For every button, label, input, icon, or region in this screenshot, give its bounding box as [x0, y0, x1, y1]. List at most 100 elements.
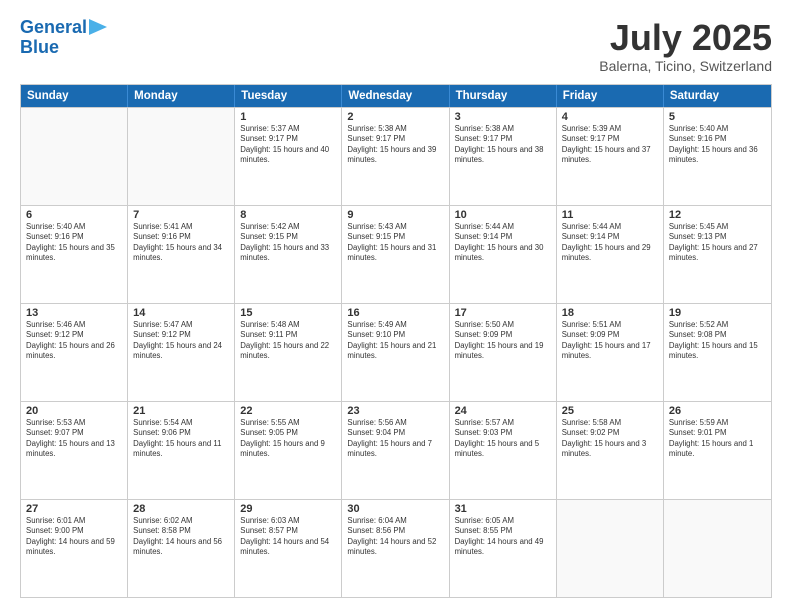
calendar-row: 13Sunrise: 5:46 AMSunset: 9:12 PMDayligh… [21, 303, 771, 401]
day-number: 25 [562, 405, 658, 417]
day-info: Sunrise: 6:02 AMSunset: 8:58 PMDaylight:… [133, 516, 229, 558]
day-info: Sunrise: 5:48 AMSunset: 9:11 PMDaylight:… [240, 320, 336, 362]
month-year: July 2025 [599, 18, 772, 58]
day-number: 10 [455, 209, 551, 221]
calendar-cell: 1Sunrise: 5:37 AMSunset: 9:17 PMDaylight… [235, 108, 342, 205]
day-info: Sunrise: 5:59 AMSunset: 9:01 PMDaylight:… [669, 418, 766, 460]
day-number: 19 [669, 307, 766, 319]
calendar-cell [21, 108, 128, 205]
calendar-row: 1Sunrise: 5:37 AMSunset: 9:17 PMDaylight… [21, 107, 771, 205]
day-number: 5 [669, 111, 766, 123]
cal-header-day: Tuesday [235, 85, 342, 107]
calendar-cell: 16Sunrise: 5:49 AMSunset: 9:10 PMDayligh… [342, 304, 449, 401]
calendar-row: 20Sunrise: 5:53 AMSunset: 9:07 PMDayligh… [21, 401, 771, 499]
calendar-cell [664, 500, 771, 597]
day-info: Sunrise: 5:50 AMSunset: 9:09 PMDaylight:… [455, 320, 551, 362]
day-info: Sunrise: 5:58 AMSunset: 9:02 PMDaylight:… [562, 418, 658, 460]
calendar-cell: 2Sunrise: 5:38 AMSunset: 9:17 PMDaylight… [342, 108, 449, 205]
day-info: Sunrise: 5:55 AMSunset: 9:05 PMDaylight:… [240, 418, 336, 460]
calendar-cell: 14Sunrise: 5:47 AMSunset: 9:12 PMDayligh… [128, 304, 235, 401]
title-block: July 2025 Balerna, Ticino, Switzerland [599, 18, 772, 74]
calendar-header: SundayMondayTuesdayWednesdayThursdayFrid… [21, 85, 771, 107]
day-number: 13 [26, 307, 122, 319]
calendar-cell: 23Sunrise: 5:56 AMSunset: 9:04 PMDayligh… [342, 402, 449, 499]
day-info: Sunrise: 5:44 AMSunset: 9:14 PMDaylight:… [562, 222, 658, 264]
calendar-cell [128, 108, 235, 205]
day-info: Sunrise: 5:44 AMSunset: 9:14 PMDaylight:… [455, 222, 551, 264]
logo-blue: Blue [20, 38, 59, 58]
day-number: 17 [455, 307, 551, 319]
cal-header-day: Saturday [664, 85, 771, 107]
day-number: 21 [133, 405, 229, 417]
calendar-cell: 27Sunrise: 6:01 AMSunset: 9:00 PMDayligh… [21, 500, 128, 597]
day-info: Sunrise: 6:05 AMSunset: 8:55 PMDaylight:… [455, 516, 551, 558]
location: Balerna, Ticino, Switzerland [599, 58, 772, 74]
day-info: Sunrise: 5:42 AMSunset: 9:15 PMDaylight:… [240, 222, 336, 264]
day-info: Sunrise: 5:38 AMSunset: 9:17 PMDaylight:… [455, 124, 551, 166]
logo: General Blue [20, 18, 107, 58]
day-number: 31 [455, 503, 551, 515]
calendar-row: 6Sunrise: 5:40 AMSunset: 9:16 PMDaylight… [21, 205, 771, 303]
calendar-cell: 20Sunrise: 5:53 AMSunset: 9:07 PMDayligh… [21, 402, 128, 499]
calendar-cell: 29Sunrise: 6:03 AMSunset: 8:57 PMDayligh… [235, 500, 342, 597]
day-info: Sunrise: 5:37 AMSunset: 9:17 PMDaylight:… [240, 124, 336, 166]
logo-arrow-icon [89, 19, 107, 35]
day-number: 27 [26, 503, 122, 515]
calendar-cell: 24Sunrise: 5:57 AMSunset: 9:03 PMDayligh… [450, 402, 557, 499]
calendar-cell: 30Sunrise: 6:04 AMSunset: 8:56 PMDayligh… [342, 500, 449, 597]
day-number: 26 [669, 405, 766, 417]
day-info: Sunrise: 5:41 AMSunset: 9:16 PMDaylight:… [133, 222, 229, 264]
calendar-cell: 13Sunrise: 5:46 AMSunset: 9:12 PMDayligh… [21, 304, 128, 401]
cal-header-day: Sunday [21, 85, 128, 107]
cal-header-day: Wednesday [342, 85, 449, 107]
logo-text: General [20, 18, 87, 38]
day-number: 15 [240, 307, 336, 319]
calendar-cell: 18Sunrise: 5:51 AMSunset: 9:09 PMDayligh… [557, 304, 664, 401]
day-number: 28 [133, 503, 229, 515]
calendar-cell: 7Sunrise: 5:41 AMSunset: 9:16 PMDaylight… [128, 206, 235, 303]
day-info: Sunrise: 5:47 AMSunset: 9:12 PMDaylight:… [133, 320, 229, 362]
day-number: 12 [669, 209, 766, 221]
calendar-cell: 15Sunrise: 5:48 AMSunset: 9:11 PMDayligh… [235, 304, 342, 401]
day-info: Sunrise: 5:53 AMSunset: 9:07 PMDaylight:… [26, 418, 122, 460]
day-info: Sunrise: 5:46 AMSunset: 9:12 PMDaylight:… [26, 320, 122, 362]
day-info: Sunrise: 6:03 AMSunset: 8:57 PMDaylight:… [240, 516, 336, 558]
day-number: 30 [347, 503, 443, 515]
day-number: 2 [347, 111, 443, 123]
day-number: 16 [347, 307, 443, 319]
calendar-row: 27Sunrise: 6:01 AMSunset: 9:00 PMDayligh… [21, 499, 771, 597]
day-number: 14 [133, 307, 229, 319]
day-info: Sunrise: 5:38 AMSunset: 9:17 PMDaylight:… [347, 124, 443, 166]
day-number: 11 [562, 209, 658, 221]
day-number: 6 [26, 209, 122, 221]
day-number: 1 [240, 111, 336, 123]
calendar-cell: 9Sunrise: 5:43 AMSunset: 9:15 PMDaylight… [342, 206, 449, 303]
day-number: 20 [26, 405, 122, 417]
calendar-cell: 6Sunrise: 5:40 AMSunset: 9:16 PMDaylight… [21, 206, 128, 303]
day-info: Sunrise: 5:45 AMSunset: 9:13 PMDaylight:… [669, 222, 766, 264]
calendar-cell: 17Sunrise: 5:50 AMSunset: 9:09 PMDayligh… [450, 304, 557, 401]
day-number: 4 [562, 111, 658, 123]
day-info: Sunrise: 6:04 AMSunset: 8:56 PMDaylight:… [347, 516, 443, 558]
day-info: Sunrise: 5:39 AMSunset: 9:17 PMDaylight:… [562, 124, 658, 166]
day-info: Sunrise: 5:49 AMSunset: 9:10 PMDaylight:… [347, 320, 443, 362]
calendar-cell: 10Sunrise: 5:44 AMSunset: 9:14 PMDayligh… [450, 206, 557, 303]
calendar-cell: 5Sunrise: 5:40 AMSunset: 9:16 PMDaylight… [664, 108, 771, 205]
day-number: 29 [240, 503, 336, 515]
logo-general: General [20, 17, 87, 37]
calendar-cell: 26Sunrise: 5:59 AMSunset: 9:01 PMDayligh… [664, 402, 771, 499]
day-number: 7 [133, 209, 229, 221]
day-number: 24 [455, 405, 551, 417]
calendar-cell: 3Sunrise: 5:38 AMSunset: 9:17 PMDaylight… [450, 108, 557, 205]
calendar-cell: 19Sunrise: 5:52 AMSunset: 9:08 PMDayligh… [664, 304, 771, 401]
day-info: Sunrise: 6:01 AMSunset: 9:00 PMDaylight:… [26, 516, 122, 558]
day-info: Sunrise: 5:52 AMSunset: 9:08 PMDaylight:… [669, 320, 766, 362]
day-number: 22 [240, 405, 336, 417]
day-info: Sunrise: 5:51 AMSunset: 9:09 PMDaylight:… [562, 320, 658, 362]
day-number: 18 [562, 307, 658, 319]
day-number: 9 [347, 209, 443, 221]
day-number: 8 [240, 209, 336, 221]
calendar-cell: 28Sunrise: 6:02 AMSunset: 8:58 PMDayligh… [128, 500, 235, 597]
day-info: Sunrise: 5:56 AMSunset: 9:04 PMDaylight:… [347, 418, 443, 460]
calendar-cell: 25Sunrise: 5:58 AMSunset: 9:02 PMDayligh… [557, 402, 664, 499]
